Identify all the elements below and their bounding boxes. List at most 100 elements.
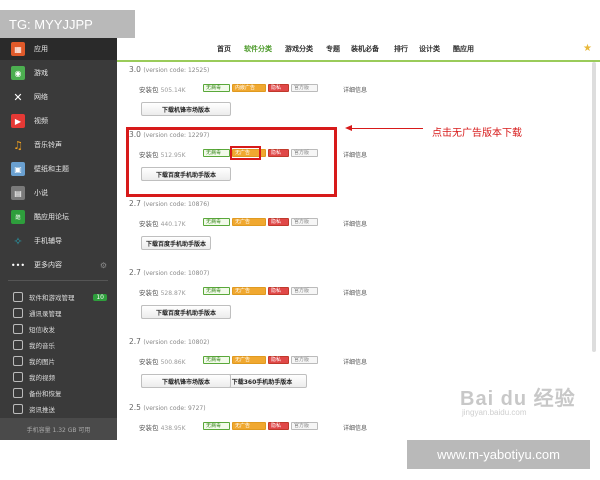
more-dots-icon: •••: [10, 260, 26, 270]
status-tag: 无病毒: [203, 422, 230, 430]
package-label: 安装包: [139, 289, 159, 297]
sidebar-item-video[interactable]: ▶ 视频: [0, 110, 117, 132]
sidebar-item-forum[interactable]: 酷 酷应用论坛: [0, 206, 117, 228]
tab-essentials[interactable]: 装机必备: [351, 44, 379, 54]
tab-topics[interactable]: 专题: [326, 44, 340, 54]
status-tag: 无广告: [232, 287, 266, 295]
version-number: 3.0 (version code: 12525): [129, 65, 209, 74]
my-videos-icon: [13, 372, 23, 382]
sidebar-sub-backup[interactable]: 备份和恢复: [0, 385, 117, 401]
tab-cool-apps[interactable]: 酷应用: [453, 44, 474, 54]
annotation-arrow-line: [351, 128, 423, 129]
version-number: 2.7 (version code: 10807): [129, 268, 209, 277]
status-tag: 隐私: [268, 218, 289, 226]
status-tag: 无病毒: [203, 356, 230, 364]
sidebar-item-wallpaper[interactable]: ▣ 壁纸和主题: [0, 158, 117, 180]
favorite-star-icon[interactable]: ★: [583, 43, 592, 54]
url-watermark: www.m-yabotiyu.com: [407, 440, 590, 469]
storage-footer: 手机容量 1.32 GB 可用: [0, 418, 117, 440]
version-code: (version code: 10876): [143, 201, 210, 208]
storage-text: 手机容量 1.32 GB 可用: [26, 426, 91, 434]
book-icon: ▤: [11, 186, 25, 200]
tg-watermark: TG: MYYJJPP: [0, 10, 135, 38]
version-label: 3.0: [129, 65, 141, 74]
scrollbar[interactable]: [592, 62, 596, 352]
status-tag: 官方版: [291, 356, 318, 364]
sidebar: ▦ 应用 ◉ 游戏 ✕ 网络 ▶ 视频 ♫ 音乐铃声 ▣ 壁纸和主题 ▤ 小说 …: [0, 38, 117, 440]
sidebar-sub-label: 备份和恢复: [29, 390, 62, 398]
sidebar-sub-my-videos[interactable]: 我的视频: [0, 369, 117, 385]
status-tag: 隐私: [268, 287, 289, 295]
sidebar-sub-news[interactable]: 资讯推送: [0, 401, 117, 417]
sidebar-sub-contacts[interactable]: 通讯录管理: [0, 305, 117, 321]
package-info: 安装包 500.86K: [139, 356, 186, 366]
tab-games[interactable]: 游戏分类: [285, 44, 313, 54]
backup-icon: [13, 388, 23, 398]
package-label: 安装包: [139, 86, 159, 94]
sidebar-item-music[interactable]: ♫ 音乐铃声: [0, 134, 117, 156]
sidebar-item-label: 酷应用论坛: [34, 213, 69, 221]
highlight-box: [126, 127, 337, 197]
download-button[interactable]: 下载机锋市场版本: [141, 374, 231, 388]
download-button[interactable]: 下载百度手机助手版本: [141, 305, 231, 319]
tab-software[interactable]: 软件分类: [244, 44, 272, 54]
sidebar-item-label: 音乐铃声: [34, 141, 62, 149]
music-icon: ♫: [13, 138, 23, 152]
sidebar-sub-my-music[interactable]: 我的音乐: [0, 337, 117, 353]
status-tag: 官方版: [291, 84, 318, 92]
detail-link[interactable]: 详细信息: [343, 423, 367, 432]
tab-ranking[interactable]: 排行: [394, 44, 408, 54]
status-tag: 官方版: [291, 287, 318, 295]
status-tag: 无病毒: [203, 287, 230, 295]
detail-link[interactable]: 详细信息: [343, 357, 367, 366]
status-tag: 无广告: [232, 218, 266, 226]
annotation-text: 点击无广告版本下载: [432, 128, 522, 139]
package-info: 安装包 505.14K: [139, 84, 186, 94]
detail-link[interactable]: 详细信息: [343, 288, 367, 297]
sidebar-sub-sms[interactable]: 短信收发: [0, 321, 117, 337]
sidebar-sub-label: 我的视频: [29, 374, 55, 382]
top-navigation: 首页 软件分类 游戏分类 专题 装机必备 排行 设计类 酷应用 ★: [117, 38, 600, 62]
status-tag: 内嵌广告: [232, 84, 266, 92]
sidebar-item-more[interactable]: ••• 更多内容 ⚙: [0, 254, 117, 276]
status-tag: 官方版: [291, 422, 318, 430]
tab-home[interactable]: 首页: [217, 44, 231, 54]
package-info: 安装包 440.17K: [139, 218, 186, 228]
download-button[interactable]: 下载百度手机助手版本: [141, 236, 211, 250]
sidebar-item-tutor[interactable]: ✧ 手机辅导: [0, 230, 117, 252]
sidebar-item-novel[interactable]: ▤ 小说: [0, 182, 117, 204]
app-manage-icon: [13, 292, 23, 302]
version-label: 2.7: [129, 337, 141, 346]
package-label: 安装包: [139, 220, 159, 228]
version-code: (version code: 9727): [143, 405, 206, 412]
news-icon: [13, 404, 23, 414]
tab-design[interactable]: 设计类: [419, 44, 440, 54]
tg-label: TG: MYYJJPP: [9, 16, 93, 32]
highlight-no-ads-tag: [230, 146, 261, 160]
status-tag: 无广告: [232, 356, 266, 364]
sidebar-sub-app-manage[interactable]: 软件和游戏管理 10: [0, 289, 117, 305]
sidebar-item-apps[interactable]: ▦ 应用: [0, 38, 117, 60]
sidebar-divider: [8, 280, 108, 281]
sidebar-item-games[interactable]: ◉ 游戏: [0, 62, 117, 84]
sms-icon: [13, 324, 23, 334]
url-label: www.m-yabotiyu.com: [437, 447, 560, 462]
sidebar-item-label: 网络: [34, 93, 48, 101]
version-code: (version code: 10807): [143, 270, 210, 277]
detail-link[interactable]: 详细信息: [343, 150, 367, 159]
my-music-icon: [13, 340, 23, 350]
status-tag: 无广告: [232, 422, 266, 430]
sidebar-sub-my-photos[interactable]: 我的图片: [0, 353, 117, 369]
wallpaper-icon: ▣: [11, 162, 25, 176]
download-button[interactable]: 下载机锋市场版本: [141, 102, 231, 116]
sidebar-item-network[interactable]: ✕ 网络: [0, 86, 117, 108]
apps-icon: ▦: [11, 42, 25, 56]
settings-dot-icon: ⚙: [99, 260, 107, 270]
detail-link[interactable]: 详细信息: [343, 85, 367, 94]
status-tag: 无病毒: [203, 218, 230, 226]
detail-link[interactable]: 详细信息: [343, 219, 367, 228]
version-label: 2.7: [129, 268, 141, 277]
sidebar-item-label: 手机辅导: [34, 237, 62, 245]
package-size: 440.17K: [160, 221, 186, 228]
status-tag: 无病毒: [203, 84, 230, 92]
